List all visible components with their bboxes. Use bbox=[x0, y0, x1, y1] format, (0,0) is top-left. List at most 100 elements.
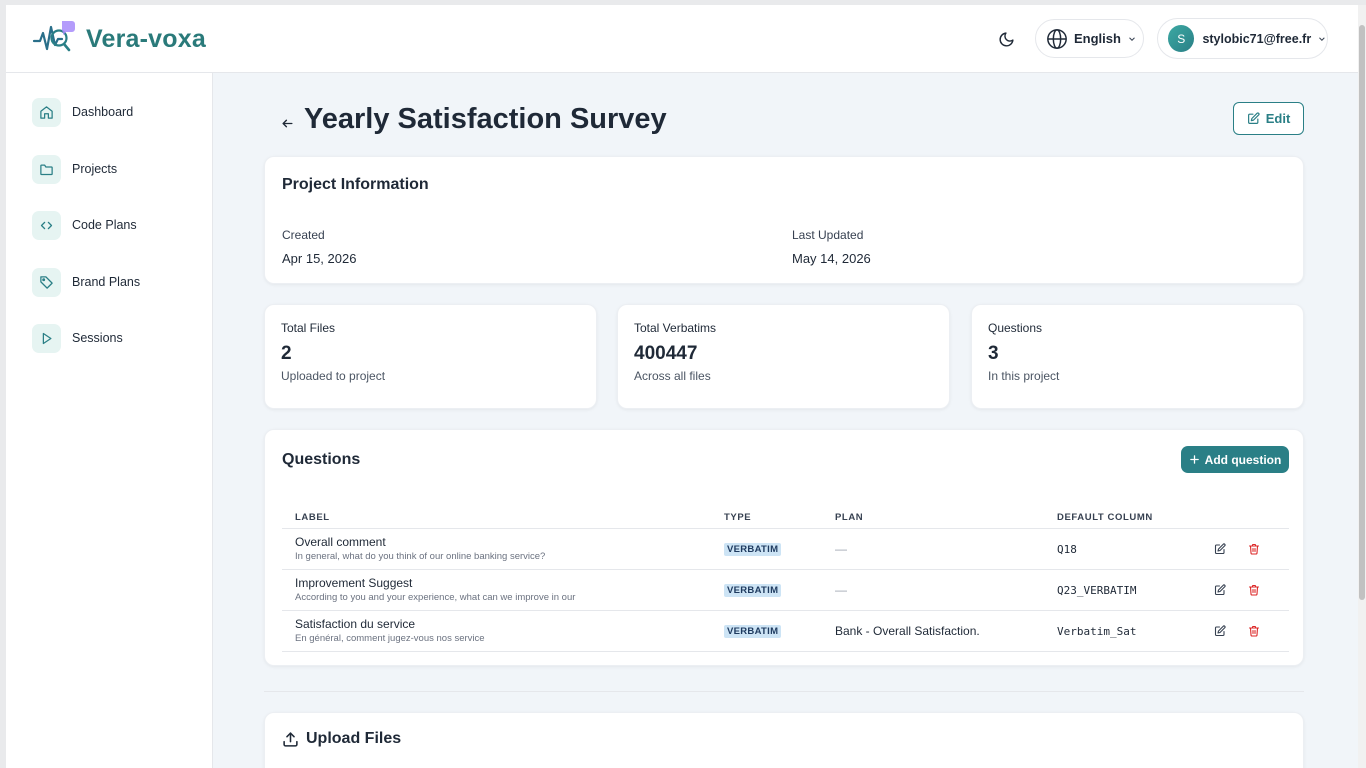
tag-icon bbox=[32, 267, 61, 297]
app-logo[interactable]: Vera-voxa bbox=[32, 19, 206, 59]
plan-value: Bank - Overall Satisfaction. bbox=[835, 623, 980, 638]
trash-icon bbox=[1249, 584, 1260, 596]
column-header-type: TYPE bbox=[711, 508, 822, 529]
language-label: English bbox=[1074, 31, 1121, 46]
trash-icon bbox=[1249, 625, 1260, 637]
table-row[interactable]: Improvement Suggest According to you and… bbox=[282, 569, 1289, 611]
logo-icon bbox=[32, 19, 76, 59]
trash-icon bbox=[1249, 543, 1260, 555]
type-badge: VERBATIM bbox=[724, 584, 782, 597]
sidebar-item-projects[interactable]: Projects bbox=[32, 154, 117, 184]
upload-icon bbox=[283, 731, 298, 747]
question-text: In general, what do you think of our onl… bbox=[295, 551, 546, 562]
updated-value: May 14, 2026 bbox=[792, 251, 871, 266]
user-email: stylobic71@free.fr bbox=[1202, 31, 1312, 46]
stat-sub: In this project bbox=[988, 369, 1060, 383]
edit-icon bbox=[1214, 542, 1226, 554]
globe-icon bbox=[1047, 28, 1067, 49]
question-type-cell: VERBATIM bbox=[711, 610, 822, 652]
stat-value: 3 bbox=[988, 343, 999, 364]
theme-toggle-button[interactable] bbox=[992, 25, 1020, 53]
question-label-cell: Satisfaction du service En général, comm… bbox=[282, 610, 711, 652]
avatar: S bbox=[1168, 25, 1195, 52]
question-plan-cell: — bbox=[822, 528, 1044, 570]
home-icon bbox=[32, 97, 61, 127]
app-window: Vera-voxa English S stylobic71@free.fr D… bbox=[6, 5, 1358, 768]
question-type-cell: VERBATIM bbox=[711, 569, 822, 611]
sidebar-item-dashboard[interactable]: Dashboard bbox=[32, 97, 133, 127]
delete-question-button[interactable] bbox=[1245, 540, 1263, 558]
question-label: Improvement Suggest bbox=[295, 576, 413, 590]
question-label-cell: Improvement Suggest According to you and… bbox=[282, 569, 711, 611]
sidebar-item-brand-plans[interactable]: Brand Plans bbox=[32, 267, 140, 297]
stat-value: 2 bbox=[281, 343, 292, 364]
stat-label: Total Verbatims bbox=[634, 321, 717, 335]
upload-files-card: Upload Files bbox=[264, 712, 1304, 768]
add-question-button[interactable]: Add question bbox=[1181, 446, 1289, 473]
edit-icon bbox=[1214, 624, 1226, 636]
stat-sub: Across all files bbox=[634, 369, 711, 383]
sidebar-item-code-plans[interactable]: Code Plans bbox=[32, 210, 137, 240]
edit-question-button[interactable] bbox=[1211, 622, 1229, 640]
add-question-label: Add question bbox=[1204, 452, 1282, 467]
sidebar-item-sessions[interactable]: Sessions bbox=[32, 323, 123, 353]
type-badge: VERBATIM bbox=[724, 625, 782, 638]
question-type-cell: VERBATIM bbox=[711, 528, 822, 570]
language-select[interactable]: English bbox=[1035, 19, 1144, 58]
code-icon bbox=[32, 210, 61, 240]
question-label: Overall comment bbox=[295, 535, 386, 549]
top-header: Vera-voxa English S stylobic71@free.fr bbox=[6, 5, 1358, 73]
sidebar-item-label: Projects bbox=[72, 162, 118, 176]
created-value: Apr 15, 2026 bbox=[282, 251, 357, 266]
default-column-value: Q23_VERBATIM bbox=[1057, 583, 1137, 597]
question-plan-cell: Bank - Overall Satisfaction. bbox=[822, 610, 1044, 652]
table-header-row: LABEL TYPE PLAN DEFAULT COLUMN bbox=[282, 508, 1289, 529]
question-text: According to you and your experience, wh… bbox=[295, 592, 576, 603]
created-label: Created bbox=[282, 228, 325, 242]
edit-icon bbox=[1214, 583, 1226, 595]
sidebar: Dashboard Projects Code Plans Brand Plan… bbox=[6, 73, 213, 768]
stat-sub: Uploaded to project bbox=[281, 369, 386, 383]
question-column-cell: Q18 bbox=[1044, 528, 1194, 570]
edit-button[interactable]: Edit bbox=[1233, 102, 1304, 135]
upload-files-title: Upload Files bbox=[306, 730, 402, 747]
question-text: En général, comment jugez-vous nos servi… bbox=[295, 633, 485, 644]
scrollbar-thumb[interactable] bbox=[1359, 25, 1365, 600]
delete-question-button[interactable] bbox=[1245, 581, 1263, 599]
edit-question-button[interactable] bbox=[1211, 540, 1229, 558]
stat-card-questions: Questions 3 In this project bbox=[971, 304, 1304, 409]
edit-label: Edit bbox=[1265, 111, 1291, 126]
question-label: Satisfaction du service bbox=[295, 617, 416, 631]
question-actions-cell bbox=[1194, 528, 1289, 570]
table-row[interactable]: Satisfaction du service En général, comm… bbox=[282, 610, 1289, 652]
back-button[interactable] bbox=[277, 113, 297, 133]
edit-question-button[interactable] bbox=[1211, 581, 1229, 599]
column-header-actions bbox=[1194, 508, 1289, 529]
column-header-plan: PLAN bbox=[822, 508, 1044, 529]
question-actions-cell bbox=[1194, 569, 1289, 611]
chevron-down-icon bbox=[1319, 36, 1325, 41]
page-scrollbar[interactable] bbox=[1358, 5, 1366, 768]
play-icon bbox=[32, 323, 61, 353]
user-menu[interactable]: S stylobic71@free.fr bbox=[1157, 18, 1328, 59]
section-divider bbox=[264, 691, 1304, 692]
updated-label: Last Updated bbox=[792, 228, 864, 242]
question-column-cell: Q23_VERBATIM bbox=[1044, 569, 1194, 611]
table-row[interactable]: Overall comment In general, what do you … bbox=[282, 528, 1289, 570]
plan-value: — bbox=[835, 541, 847, 556]
question-label-cell: Overall comment In general, what do you … bbox=[282, 528, 711, 570]
created-field: Created Apr 15, 2026 bbox=[282, 228, 356, 266]
delete-question-button[interactable] bbox=[1245, 622, 1263, 640]
stat-value: 400447 bbox=[634, 343, 698, 364]
column-header-default-column: DEFAULT COLUMN bbox=[1044, 508, 1194, 529]
upload-files-heading: Upload Files bbox=[282, 730, 401, 748]
chevron-down-icon bbox=[1129, 36, 1135, 41]
folder-icon bbox=[32, 154, 61, 184]
main-content: Yearly Satisfaction Survey Edit Project … bbox=[213, 73, 1358, 768]
default-column-value: Verbatim_Sat bbox=[1057, 624, 1137, 638]
question-plan-cell: — bbox=[822, 569, 1044, 611]
project-info-title: Project Information bbox=[282, 176, 429, 193]
edit-icon bbox=[1247, 112, 1260, 124]
app-name: Vera-voxa bbox=[86, 24, 206, 53]
questions-table: LABEL TYPE PLAN DEFAULT COLUMN Overall c… bbox=[282, 508, 1289, 652]
